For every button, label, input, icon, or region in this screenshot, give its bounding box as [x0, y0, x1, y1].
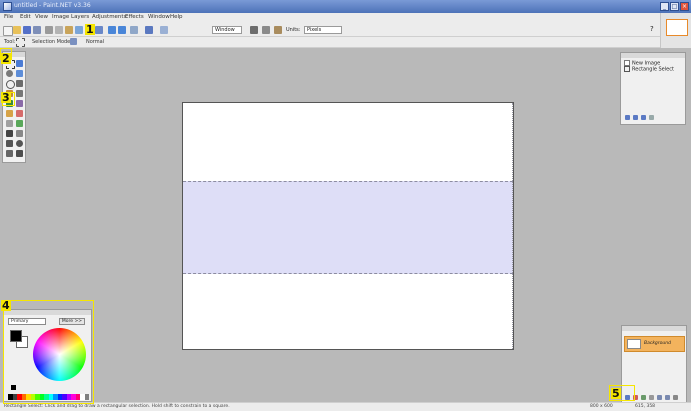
- eraser-icon[interactable]: [16, 110, 23, 117]
- text-tool-icon[interactable]: [6, 130, 13, 137]
- menu-layers[interactable]: Layers: [71, 14, 89, 20]
- menu-bar: File Edit View Image Layers Adjustments …: [0, 13, 691, 23]
- history-window-header[interactable]: [621, 53, 685, 58]
- copy-icon[interactable]: [55, 26, 63, 34]
- selection-edge: [512, 103, 513, 349]
- history-item[interactable]: Rectangle Select: [624, 66, 674, 73]
- lasso-select-icon[interactable]: [6, 70, 13, 77]
- gradient-icon[interactable]: [16, 100, 23, 107]
- layer-properties-icon[interactable]: [673, 395, 678, 400]
- redo-icon[interactable]: [118, 26, 126, 34]
- move-layer-up-icon[interactable]: [657, 395, 662, 400]
- history-window: New Image Rectangle Select: [620, 52, 686, 125]
- layers-window-header[interactable]: [622, 326, 686, 331]
- menu-view[interactable]: View: [35, 14, 48, 20]
- layer-row[interactable]: Background: [624, 336, 685, 352]
- rewind-icon[interactable]: [625, 115, 630, 120]
- help-icon[interactable]: ?: [650, 25, 654, 33]
- zoom-tool-icon[interactable]: [16, 80, 23, 87]
- minimize-button[interactable]: _: [660, 2, 669, 11]
- open-icon[interactable]: [13, 26, 21, 34]
- move-layer-down-icon[interactable]: [665, 395, 670, 400]
- rectangle-selection[interactable]: [183, 181, 513, 274]
- history-controls: [625, 115, 655, 121]
- paintbrush-icon[interactable]: [6, 110, 13, 117]
- tools-window: [2, 51, 26, 163]
- pan-icon[interactable]: [16, 90, 23, 97]
- recolor-icon[interactable]: [6, 150, 13, 157]
- undo-icon[interactable]: [108, 26, 116, 34]
- zoom-combo[interactable]: Window: [212, 26, 242, 34]
- image-thumbnail[interactable]: [666, 19, 688, 36]
- clone-stamp-icon[interactable]: [16, 120, 23, 127]
- menu-window[interactable]: Window: [148, 14, 170, 20]
- freeform-shape-icon[interactable]: [16, 150, 23, 157]
- menu-adjustments[interactable]: Adjustments: [92, 14, 126, 20]
- image-size: 800 x 600: [590, 404, 613, 409]
- menu-file[interactable]: File: [4, 14, 13, 20]
- units-combo[interactable]: Pixels: [304, 26, 342, 34]
- callout-number-1: 1: [85, 23, 95, 36]
- callout-highlight-4: [3, 300, 94, 404]
- ellipse-shape-icon[interactable]: [16, 140, 23, 147]
- image-thumbnail-strip: [660, 13, 691, 48]
- cursor-position: 615, 358: [635, 404, 656, 409]
- callout-number-4: 4: [1, 299, 11, 312]
- rectangle-select-icon: [624, 66, 630, 72]
- app-icon: [3, 2, 12, 11]
- rulers-icon[interactable]: [274, 26, 282, 34]
- title-bar: untitled - Paint.NET v3.36 _ □ ×: [0, 0, 691, 13]
- new-icon[interactable]: [3, 26, 13, 36]
- zoom-in-icon[interactable]: [250, 26, 258, 34]
- selection-mode-icon[interactable]: [70, 38, 77, 45]
- pixel-grid-icon[interactable]: [262, 26, 270, 34]
- grid-icon[interactable]: [130, 26, 138, 34]
- ruler-icon[interactable]: [160, 26, 168, 34]
- fast-forward-icon[interactable]: [649, 115, 654, 120]
- selection-mode-value[interactable]: Normal: [86, 39, 104, 45]
- move-selection-icon[interactable]: [16, 60, 23, 67]
- menu-edit[interactable]: Edit: [20, 14, 31, 20]
- window-title: untitled - Paint.NET v3.36: [14, 2, 91, 9]
- tool-options-bar: Tool: Selection Mode: Normal: [0, 37, 660, 48]
- status-hint: Rectangle Select: Click and drag to draw…: [4, 404, 230, 409]
- crop-icon[interactable]: [75, 26, 83, 34]
- zoom-icon[interactable]: [145, 26, 153, 34]
- menu-image[interactable]: Image: [52, 14, 69, 20]
- callout-number-3: 3: [1, 91, 11, 104]
- undo-icon[interactable]: [633, 115, 638, 120]
- current-tool-icon[interactable]: [16, 38, 25, 47]
- units-label: Units:: [286, 27, 301, 33]
- main-toolbar: Window Units: Pixels ?: [0, 23, 660, 37]
- cut-icon[interactable]: [45, 26, 53, 34]
- duplicate-layer-icon[interactable]: [641, 395, 646, 400]
- pencil-icon[interactable]: [6, 120, 13, 127]
- line-curve-icon[interactable]: [16, 130, 23, 137]
- layer-name: Background: [644, 341, 671, 346]
- paste-icon[interactable]: [65, 26, 73, 34]
- save-icon[interactable]: [23, 26, 31, 34]
- selection-mode-label: Selection Mode:: [32, 39, 72, 45]
- tool-label: Tool:: [4, 39, 16, 45]
- history-item-label: Rectangle Select: [632, 66, 674, 73]
- redo-icon[interactable]: [641, 115, 646, 120]
- status-bar: Rectangle Select: Click and drag to draw…: [0, 402, 691, 411]
- menu-effects[interactable]: Effects: [125, 14, 144, 20]
- maximize-button[interactable]: □: [670, 2, 679, 11]
- menu-help[interactable]: Help: [170, 14, 183, 20]
- ellipse-select-icon[interactable]: [6, 80, 15, 89]
- move-pixels-icon[interactable]: [16, 70, 23, 77]
- print-icon[interactable]: [33, 26, 41, 34]
- close-button[interactable]: ×: [680, 2, 689, 11]
- callout-number-5: 5: [611, 387, 621, 400]
- merge-layer-icon[interactable]: [649, 395, 654, 400]
- layer-thumbnail: [627, 339, 641, 349]
- callout-number-2: 2: [1, 52, 11, 65]
- deselect-icon[interactable]: [95, 26, 103, 34]
- rectangle-shape-icon[interactable]: [6, 140, 13, 147]
